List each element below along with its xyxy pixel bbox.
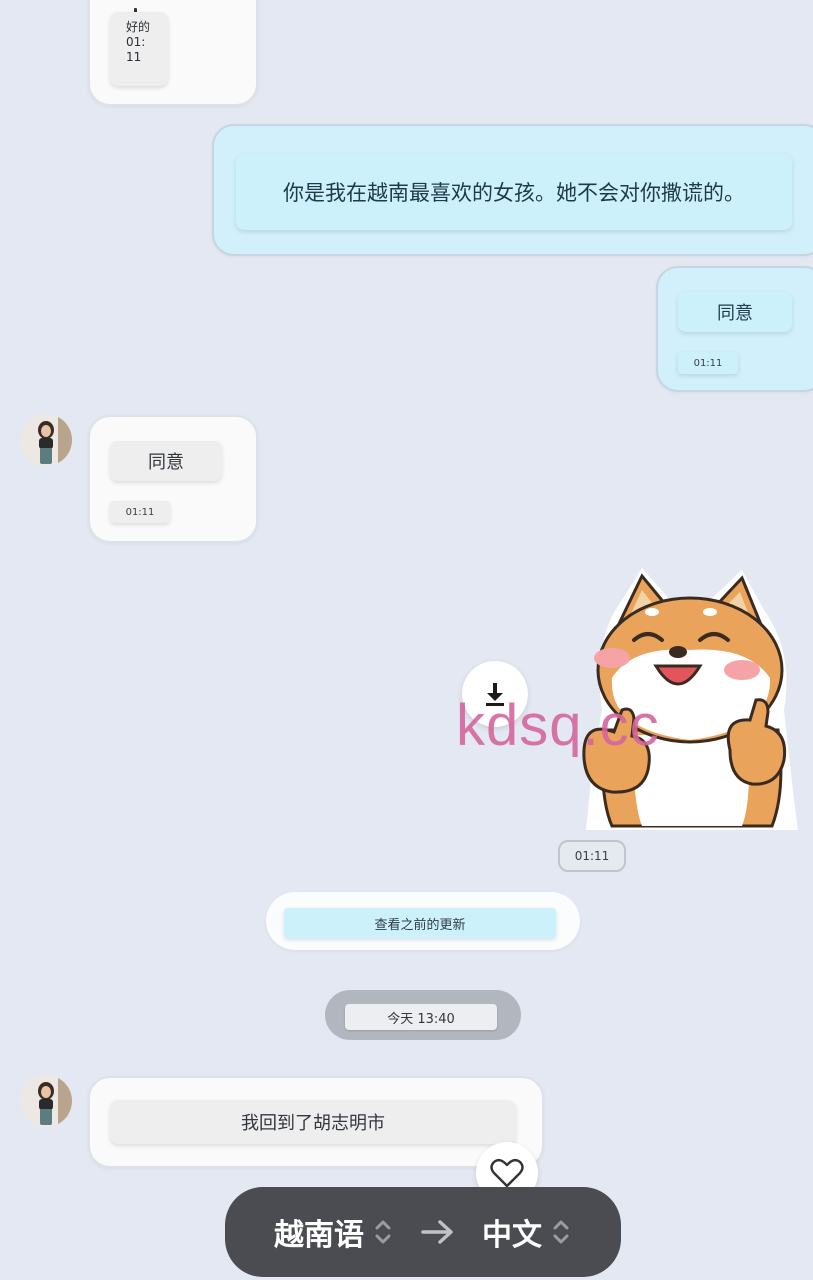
message-time: 01:11 xyxy=(678,352,738,374)
arrow-right-icon xyxy=(421,1220,453,1244)
target-language-selector[interactable]: 中文 xyxy=(482,1210,572,1254)
target-language-label: 中文 xyxy=(482,1218,542,1253)
message-bubble-outgoing-long[interactable]: 你是我在越南最喜欢的女孩。她不会对你撒谎的。 xyxy=(212,124,813,256)
avatar[interactable] xyxy=(20,414,72,466)
message-content: 我回到了胡志明市 xyxy=(110,1100,516,1144)
translate-language-bar: 越南语 中文 xyxy=(225,1187,621,1277)
message-content: 你是我在越南最喜欢的女孩。她不会对你撒谎的。 xyxy=(236,154,792,230)
message-bubble-outgoing-agree[interactable]: 同意 01:11 xyxy=(656,266,813,392)
message-time: 01:11 xyxy=(126,35,146,64)
message-time: 01:11 xyxy=(110,501,170,523)
heart-icon xyxy=(490,1158,524,1188)
message-bubble-incoming-agree[interactable]: 同意 01:11 xyxy=(88,415,258,543)
source-language-label: 越南语 xyxy=(274,1218,364,1253)
swap-languages-button[interactable] xyxy=(420,1217,456,1247)
chevron-updown-icon xyxy=(375,1220,391,1244)
message-text: 我回到了胡志明市 xyxy=(241,1113,385,1134)
date-separator-text: 今天 13:40 xyxy=(387,1011,455,1027)
message-content: 好的 01:11 xyxy=(110,12,168,86)
chevron-updown-icon xyxy=(553,1220,569,1244)
message-text: 你是我在越南最喜欢的女孩。她不会对你撒谎的。 xyxy=(283,181,745,205)
message-content: 同意 xyxy=(110,441,222,481)
message-bubble-incoming-top[interactable]: 好的 01:11 xyxy=(88,0,258,106)
message-text: 同意 xyxy=(717,303,753,324)
avatar[interactable] xyxy=(20,1075,72,1127)
watermark: kdsq.cc xyxy=(456,693,660,758)
view-previous-updates-label-wrap: 查看之前的更新 xyxy=(284,908,556,938)
message-bubble-incoming-last[interactable]: 我回到了胡志明市 xyxy=(88,1076,544,1168)
avatar-photo xyxy=(20,1075,72,1127)
message-text: 同意 xyxy=(148,452,184,473)
message-time: 01:11 xyxy=(558,840,626,872)
view-previous-updates-button[interactable]: 查看之前的更新 xyxy=(266,892,580,950)
date-separator: 今天 13:40 xyxy=(325,990,521,1040)
date-separator-inner: 今天 13:40 xyxy=(345,1004,497,1030)
view-previous-updates-label: 查看之前的更新 xyxy=(374,917,466,933)
message-content: 同意 xyxy=(678,292,792,332)
avatar-photo xyxy=(20,414,72,466)
message-text: 好的 xyxy=(126,20,151,34)
source-language-selector[interactable]: 越南语 xyxy=(274,1210,394,1254)
